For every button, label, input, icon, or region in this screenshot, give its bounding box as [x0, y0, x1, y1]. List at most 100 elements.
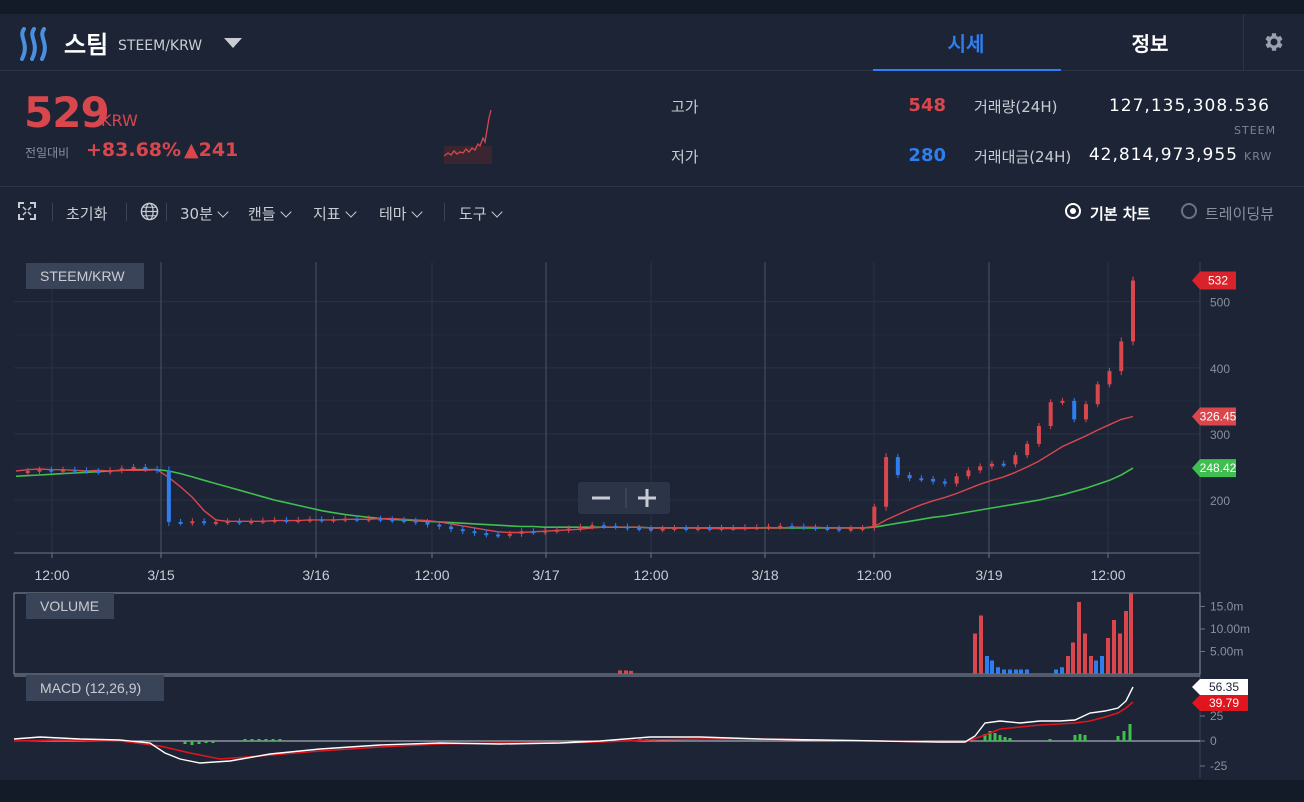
candle: [1083, 404, 1088, 420]
candle: [507, 533, 512, 536]
divider: [166, 203, 167, 221]
macd-histogram-bar: [998, 735, 1002, 741]
volume-bar: [1066, 656, 1070, 674]
candle: [707, 527, 712, 530]
fullscreen-icon[interactable]: [18, 202, 36, 220]
price-unit: KRW: [101, 111, 138, 130]
macd-histogram-bar: [250, 739, 254, 741]
volume-tick-label: 15.0m: [1210, 600, 1243, 614]
x-tick-label: 3/15: [147, 567, 174, 583]
candle: [637, 527, 642, 530]
candle: [307, 519, 312, 522]
y-tick-label: 500: [1210, 296, 1230, 310]
candle: [942, 481, 947, 484]
ma-long-tag-text: 248.42: [1200, 461, 1237, 475]
candle: [331, 519, 336, 522]
y-tick-label: 400: [1210, 362, 1230, 376]
volume-bar: [1077, 602, 1081, 674]
signal-line: [13, 701, 1134, 760]
candle: [978, 466, 983, 471]
candle: [1001, 463, 1006, 466]
candle: [1013, 455, 1018, 465]
candle: [296, 519, 301, 522]
gear-icon[interactable]: [1262, 30, 1286, 54]
tab-price[interactable]: 시세: [876, 28, 1056, 57]
y-tick-label: 300: [1210, 428, 1230, 442]
change-percent: +83.68%: [86, 139, 182, 161]
macd-histogram-bar: [190, 741, 194, 745]
amount-label: 거래대금(24H): [974, 148, 1072, 166]
volume-bar: [1124, 611, 1128, 674]
globe-icon[interactable]: [140, 202, 159, 221]
volume-unit: STEEM: [1234, 124, 1277, 137]
macd-histogram-bar: [243, 739, 247, 741]
candle: [343, 518, 348, 521]
interval-dropdown[interactable]: 30분: [180, 203, 229, 224]
macd-tick-label: -25: [1210, 759, 1228, 773]
macd-histogram-bar: [1122, 731, 1126, 741]
tools-dropdown[interactable]: 도구: [459, 203, 503, 224]
candle: [778, 525, 783, 528]
macd-tick-label: 0: [1210, 734, 1217, 748]
tradingview-label[interactable]: 트레이딩뷰: [1205, 203, 1274, 224]
candle: [554, 529, 559, 532]
candle: [460, 529, 465, 532]
indicator-dropdown[interactable]: 지표: [313, 203, 357, 224]
volume-bar: [629, 670, 633, 674]
candle-dropdown[interactable]: 캔들: [248, 203, 292, 224]
macd-value-tag: 56.35: [1192, 679, 1248, 695]
coin-pair[interactable]: STEEM/KRW: [118, 38, 202, 54]
reset-button[interactable]: 초기화: [66, 203, 107, 224]
last-price-tag: 532: [1192, 271, 1236, 290]
divider: [444, 203, 445, 221]
candle: [825, 527, 830, 530]
x-tick-label: 3/17: [532, 567, 559, 583]
candle: [1131, 280, 1135, 342]
zoom-control: [578, 482, 670, 514]
candle: [790, 525, 795, 528]
candle: [1095, 384, 1100, 405]
x-tick-label: 12:00: [414, 567, 449, 583]
candle: [449, 526, 454, 530]
basic-chart-label[interactable]: 기본 차트: [1090, 203, 1150, 224]
sparkline: [444, 109, 492, 164]
candle: [390, 519, 395, 522]
x-tick-label: 12:00: [856, 567, 891, 583]
candle: [484, 533, 489, 536]
theme-dropdown[interactable]: 테마: [379, 203, 423, 224]
candle: [648, 528, 653, 531]
candle: [61, 469, 66, 472]
radio-tradingview[interactable]: [1181, 203, 1197, 219]
chevron-down-icon: [217, 206, 229, 218]
price-chart[interactable]: 12:00 3/15 3/16 12:00 3/17 12:00 3/18 12:00 3/19…: [0, 240, 1304, 780]
volume-bar: [1054, 669, 1058, 674]
x-tick-label: 3/18: [751, 567, 778, 583]
candle: [601, 525, 606, 528]
candle: [425, 521, 430, 525]
volume-bar: [1129, 593, 1133, 674]
candle: [837, 528, 842, 531]
volume-bar: [1071, 642, 1075, 674]
volume-value: 127,135,308.536: [1108, 96, 1270, 116]
volume-bar: [1083, 633, 1087, 674]
coin-name[interactable]: 스팀: [64, 25, 108, 60]
volume-bar: [1106, 638, 1110, 674]
candle: [872, 506, 877, 528]
macd-histogram-bar: [183, 741, 187, 744]
divider: [52, 203, 53, 221]
chevron-down-icon: [344, 206, 357, 218]
candle: [590, 525, 595, 528]
macd-value-tag-text: 56.35: [1209, 680, 1239, 694]
radio-basic-chart[interactable]: [1065, 203, 1081, 219]
chevron-down-icon: [490, 206, 503, 218]
candle: [966, 470, 971, 477]
amount-unit: KRW: [1244, 150, 1273, 163]
candle: [813, 527, 818, 530]
candle: [989, 463, 994, 467]
candle: [931, 478, 936, 482]
volume-bar: [996, 667, 1000, 674]
chevron-down-icon[interactable]: [224, 38, 242, 48]
candle: [684, 527, 689, 530]
tab-info[interactable]: 정보: [1060, 28, 1240, 57]
candle: [801, 526, 806, 529]
